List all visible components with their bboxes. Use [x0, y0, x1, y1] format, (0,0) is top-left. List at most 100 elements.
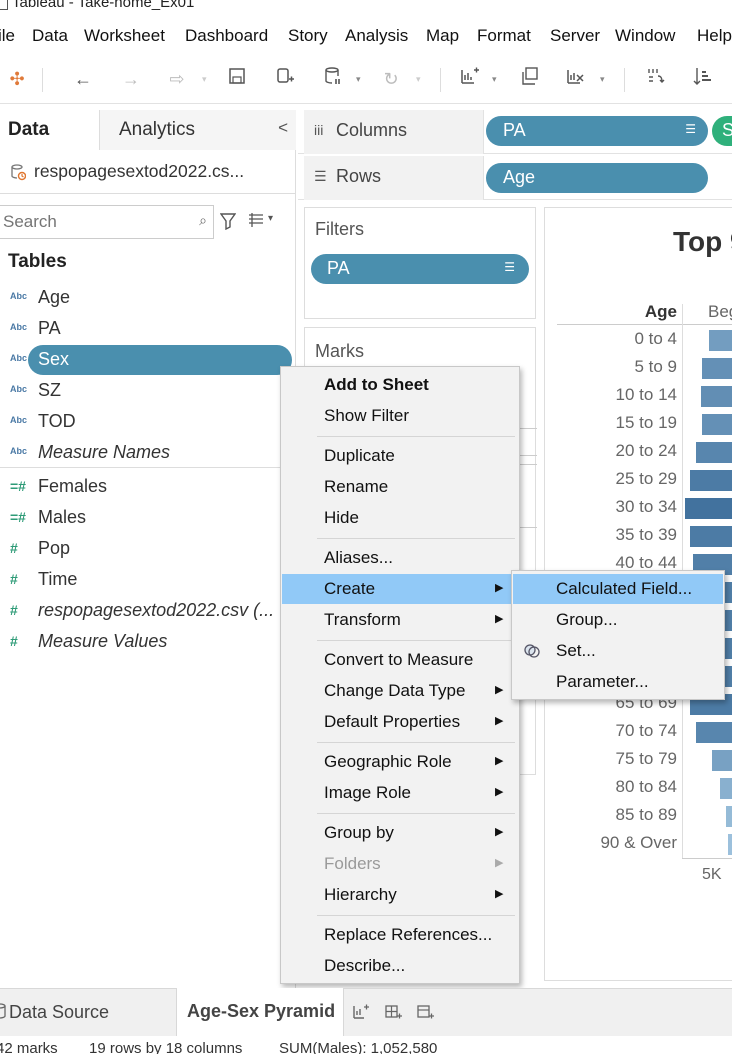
pause-dropdown-icon[interactable]: ▾ [356, 66, 366, 92]
collapse-pane-icon[interactable]: < [278, 118, 288, 138]
menu-item-geographic-role[interactable]: Geographic Role ▶ [282, 747, 518, 777]
menu-format[interactable]: Format [477, 26, 531, 46]
bar-mark[interactable] [701, 386, 732, 407]
replay-dropdown-icon[interactable]: ▾ [202, 66, 212, 92]
bar-mark[interactable] [726, 806, 732, 827]
menu-help[interactable]: Help [697, 26, 732, 46]
submenu-item-parameter[interactable]: Parameter... [513, 667, 723, 697]
view-options-icon[interactable]: ▾ [248, 213, 278, 231]
menu-dashboard[interactable]: Dashboard [185, 26, 268, 46]
new-dashboard-tab-icon[interactable] [384, 1003, 406, 1023]
rows-shelf[interactable]: ☰ Rows Age [298, 156, 732, 200]
menu-server[interactable]: Server [550, 26, 600, 46]
menu-analysis[interactable]: Analysis [345, 26, 408, 46]
menu-window[interactable]: Window [615, 26, 675, 46]
menu-item-hide[interactable]: Hide [282, 503, 518, 533]
pill-label: Age [503, 167, 536, 187]
columns-shelf[interactable]: iii Columns PA ☰ S [298, 110, 732, 154]
bar-mark[interactable] [728, 834, 732, 855]
menu-item-duplicate[interactable]: Duplicate [282, 441, 518, 471]
field-pop[interactable]: # Pop [0, 534, 296, 564]
field-tod[interactable]: Abc TOD [0, 407, 296, 437]
tab-data-source[interactable]: Data Source [0, 989, 176, 1037]
field-record-count[interactable]: # respopagesextod2022.csv (... [0, 596, 296, 626]
tab-age-sex-pyramid[interactable]: Age-Sex Pyramid [176, 988, 344, 1036]
shelves: iii Columns PA ☰ S ☰ Rows Age [298, 110, 732, 200]
menu-item-show-filter[interactable]: Show Filter [282, 401, 518, 431]
menu-item-describe[interactable]: Describe... [282, 951, 518, 981]
swap-rows-columns-icon[interactable] [642, 66, 668, 92]
bar-mark[interactable] [690, 470, 732, 491]
tab-data[interactable]: Data [0, 110, 100, 150]
menu-item-transform[interactable]: Transform ▶ [282, 605, 518, 635]
sort-ascending-icon[interactable] [690, 66, 716, 92]
menu-item-image-role[interactable]: Image Role ▶ [282, 778, 518, 808]
search-box[interactable]: ⌕ [0, 205, 214, 239]
tableau-logo-icon[interactable]: ✣ [4, 66, 30, 92]
marks-type-dropdown[interactable] [517, 428, 537, 456]
bar-mark[interactable] [709, 330, 732, 351]
new-sheet-dropdown-icon[interactable]: ▾ [492, 66, 502, 92]
field-males[interactable]: =# Males [0, 503, 296, 533]
menu-item-add-to-sheet[interactable]: Add to Sheet [282, 370, 518, 400]
submenu-item-group[interactable]: Group... [513, 605, 723, 635]
submenu-item-set[interactable]: Set... [513, 636, 723, 666]
menu-story[interactable]: Story [288, 26, 328, 46]
refresh-dropdown-icon[interactable]: ▾ [416, 66, 426, 92]
bar-mark[interactable] [696, 442, 732, 463]
field-measure-values[interactable]: # Measure Values [0, 627, 296, 657]
undo-icon[interactable]: ← [70, 66, 96, 92]
menu-item-group-by[interactable]: Group by ▶ [282, 818, 518, 848]
bar-mark[interactable] [696, 722, 732, 743]
field-pa[interactable]: Abc PA [0, 314, 296, 344]
menu-item-label: Group by [324, 823, 394, 842]
field-measure-names[interactable]: Abc Measure Names [0, 438, 296, 468]
menu-data[interactable]: Data [32, 26, 68, 46]
menu-item-rename[interactable]: Rename [282, 472, 518, 502]
clear-dropdown-icon[interactable]: ▾ [600, 66, 610, 92]
tab-analytics[interactable]: Analytics < [100, 110, 296, 150]
new-story-tab-icon[interactable] [416, 1003, 438, 1023]
menu-item-change-data-type[interactable]: Change Data Type ▶ [282, 676, 518, 706]
field-females[interactable]: =# Females [0, 472, 296, 502]
new-worksheet-icon[interactable] [456, 66, 482, 92]
pause-updates-icon[interactable] [320, 66, 346, 92]
filter-pill-pa[interactable]: PA ☰ [311, 254, 529, 284]
bar-mark[interactable] [720, 778, 732, 799]
menu-map[interactable]: Map [426, 26, 459, 46]
duplicate-sheet-icon[interactable] [516, 66, 542, 92]
bar-mark[interactable] [702, 414, 732, 435]
menu-file[interactable]: ile [0, 26, 15, 46]
menu-item-hierarchy[interactable]: Hierarchy ▶ [282, 880, 518, 910]
field-sex[interactable]: Abc Sex [0, 345, 296, 375]
bar-mark[interactable] [712, 750, 732, 771]
measure-type-icon: # [10, 602, 18, 618]
columns-pill-sum[interactable]: S [712, 116, 732, 146]
bar-mark[interactable] [685, 498, 732, 519]
refresh-icon[interactable]: ↻ [378, 66, 404, 92]
bar-mark[interactable] [702, 358, 732, 379]
menu-item-default-properties[interactable]: Default Properties ▶ [282, 707, 518, 737]
replay-icon[interactable]: ⇨ [164, 66, 190, 92]
field-age[interactable]: Abc Age [0, 283, 296, 313]
menu-item-aliases[interactable]: Aliases... [282, 543, 518, 573]
menu-worksheet[interactable]: Worksheet [84, 26, 165, 46]
filter-icon[interactable] [220, 212, 236, 230]
save-icon[interactable] [224, 66, 250, 92]
new-worksheet-tab-icon[interactable] [352, 1003, 374, 1023]
field-sz[interactable]: Abc SZ [0, 376, 296, 406]
rows-pill-age[interactable]: Age [486, 163, 708, 193]
clear-sheet-icon[interactable] [562, 66, 588, 92]
field-time[interactable]: # Time [0, 565, 296, 595]
datasource-item[interactable]: respopagesextod2022.cs... [0, 150, 296, 194]
redo-icon[interactable]: → [118, 66, 144, 92]
menu-item-convert-to-measure[interactable]: Convert to Measure [282, 645, 518, 675]
search-input[interactable] [3, 211, 193, 233]
columns-pill-pa[interactable]: PA ☰ [486, 116, 708, 146]
new-datasource-icon[interactable] [272, 66, 298, 92]
submenu-item-calculated-field[interactable]: Calculated Field... [513, 574, 723, 604]
marks-properties[interactable] [517, 464, 537, 528]
menu-item-create[interactable]: Create ▶ [282, 574, 518, 604]
menu-item-replace-references[interactable]: Replace References... [282, 920, 518, 950]
bar-mark[interactable] [690, 526, 732, 547]
